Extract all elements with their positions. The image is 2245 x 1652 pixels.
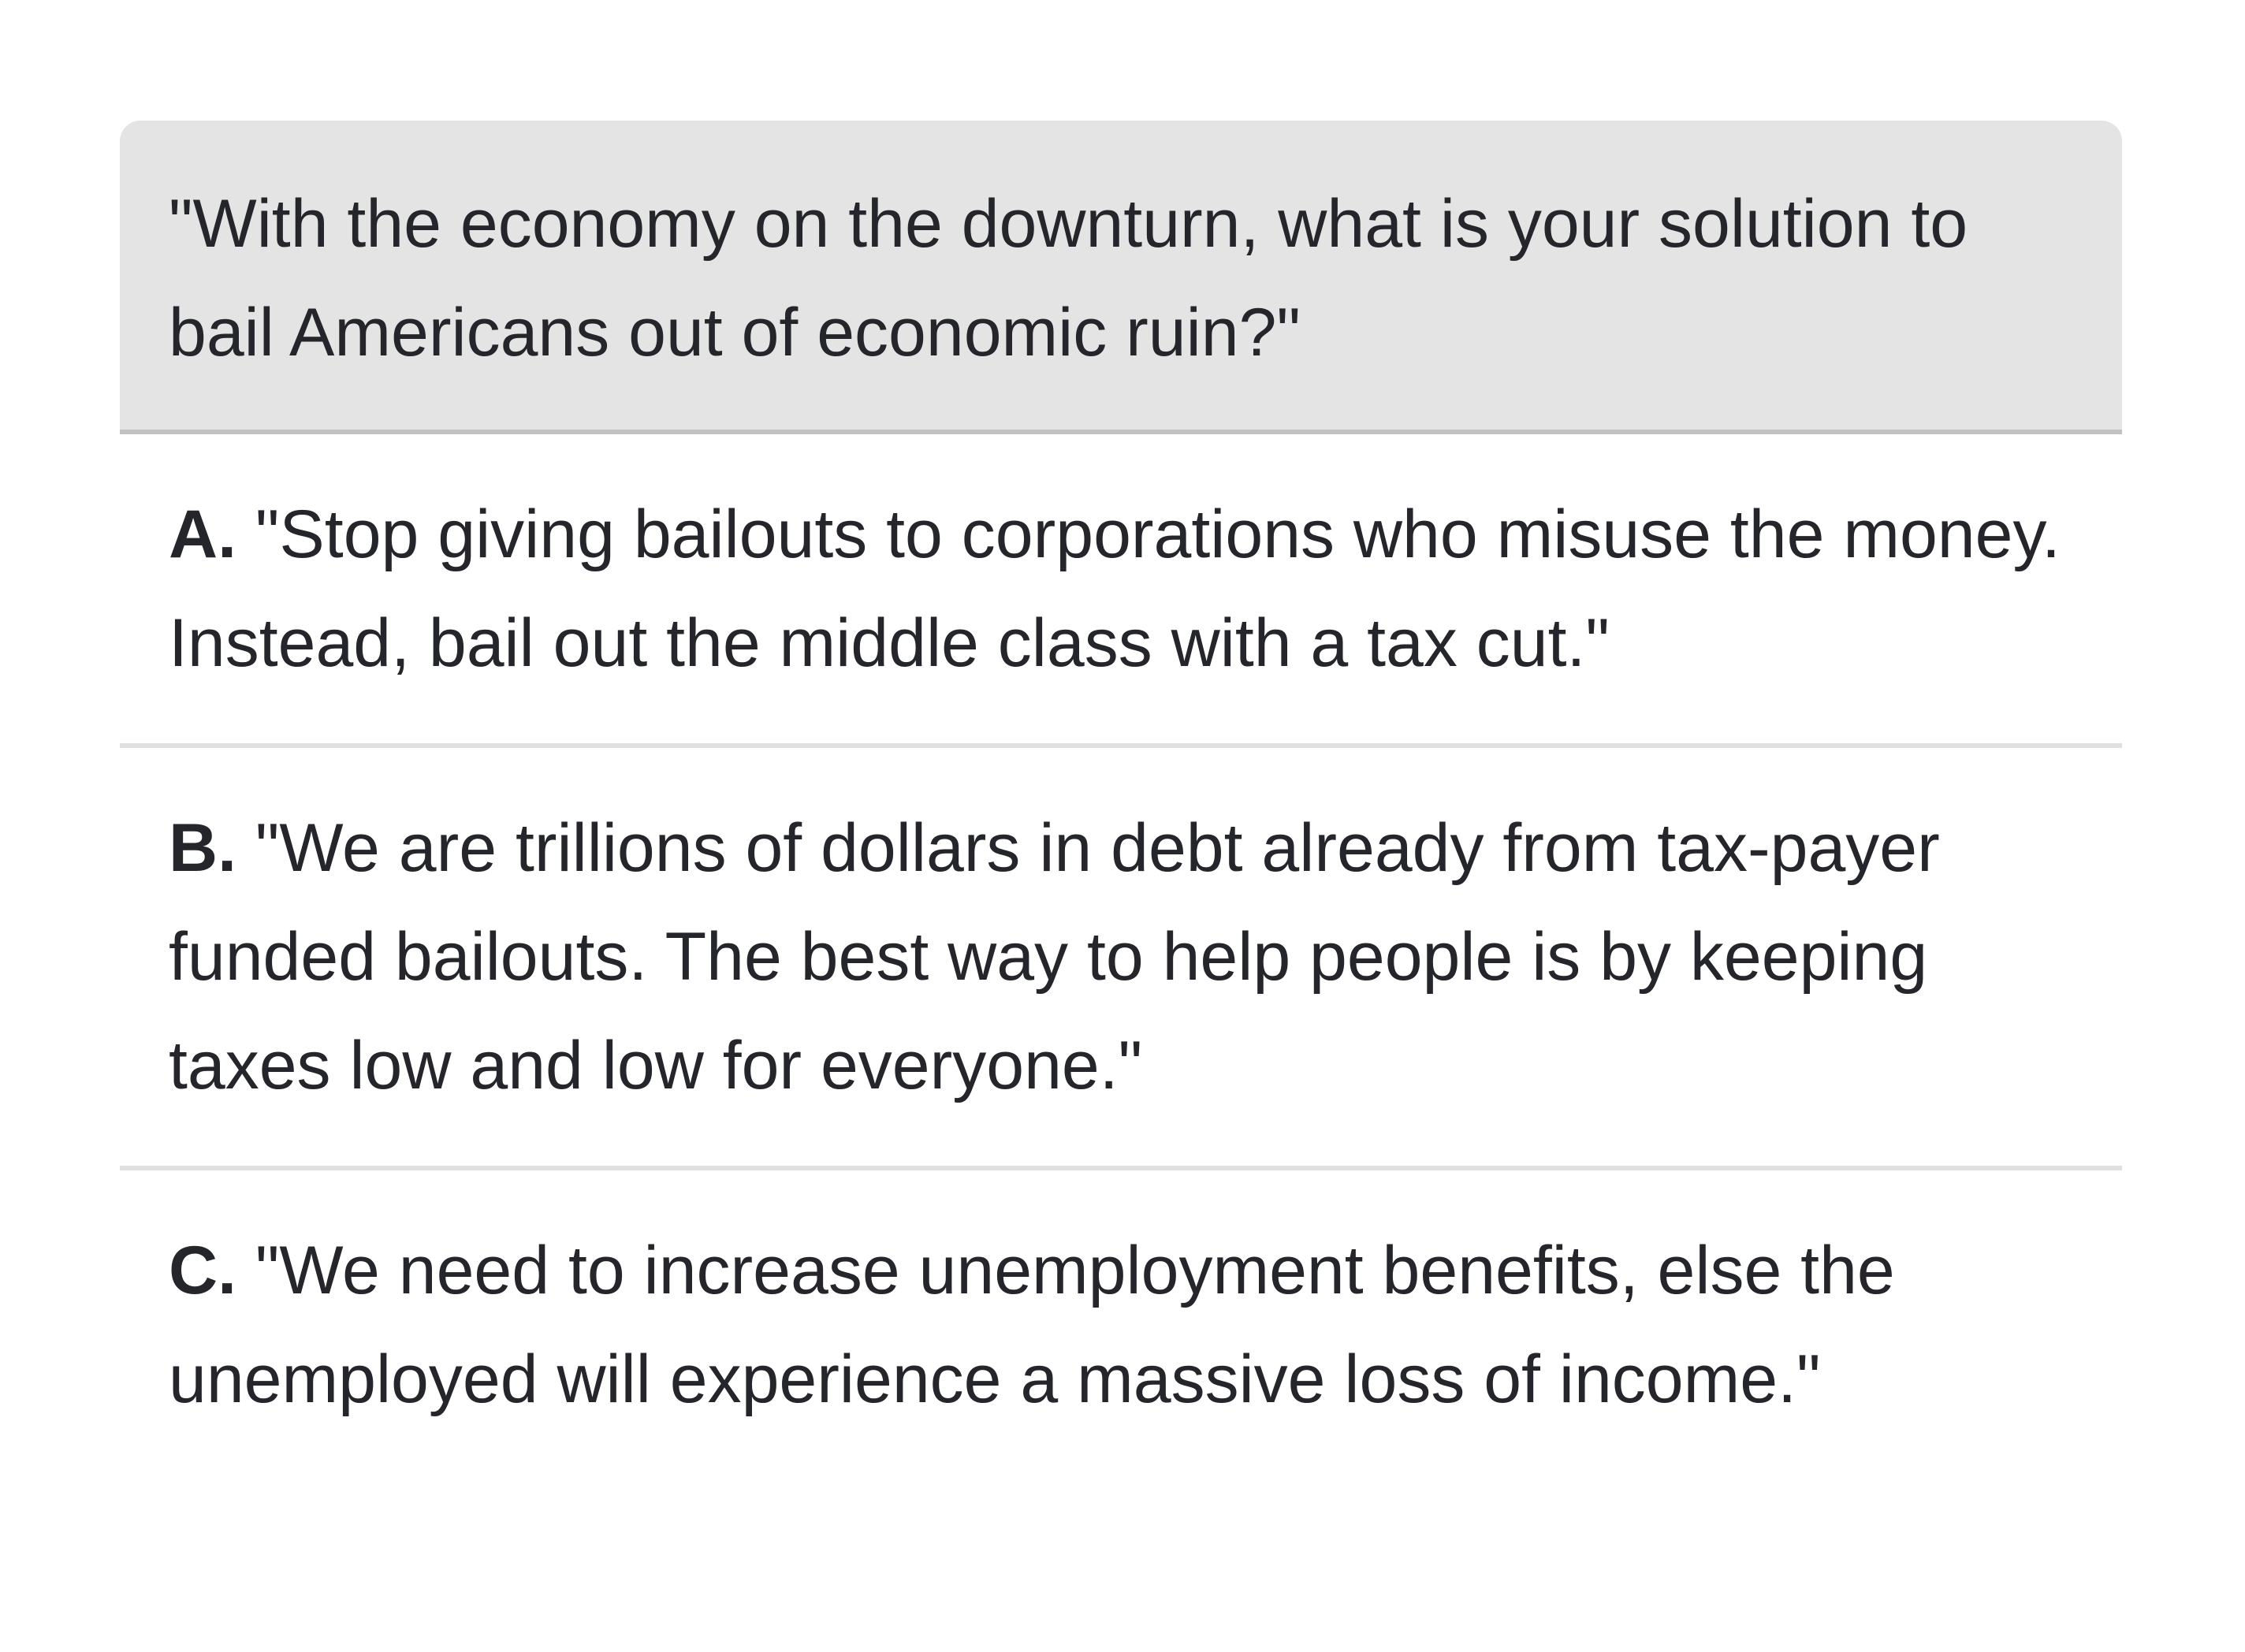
answer-text: "Stop giving bailouts to corporations wh… <box>169 497 2061 681</box>
answer-option-a[interactable]: A. "Stop giving bailouts to corporations… <box>120 434 2122 748</box>
answer-letter: A. <box>169 497 236 572</box>
quiz-card: "With the economy on the downturn, what … <box>120 121 2122 1479</box>
answer-option-b[interactable]: B. "We are trillions of dollars in debt … <box>120 748 2122 1170</box>
answer-letter: B. <box>169 810 236 886</box>
answer-text: "We are trillions of dollars in debt alr… <box>169 810 1940 1103</box>
answer-text: "We need to increase unemployment benefi… <box>169 1233 1895 1417</box>
question-box: "With the economy on the downturn, what … <box>120 121 2122 434</box>
answer-option-c[interactable]: C. "We need to increase unemployment ben… <box>120 1170 2122 1479</box>
question-text: "With the economy on the downturn, what … <box>169 186 1968 370</box>
answer-letter: C. <box>169 1233 236 1308</box>
